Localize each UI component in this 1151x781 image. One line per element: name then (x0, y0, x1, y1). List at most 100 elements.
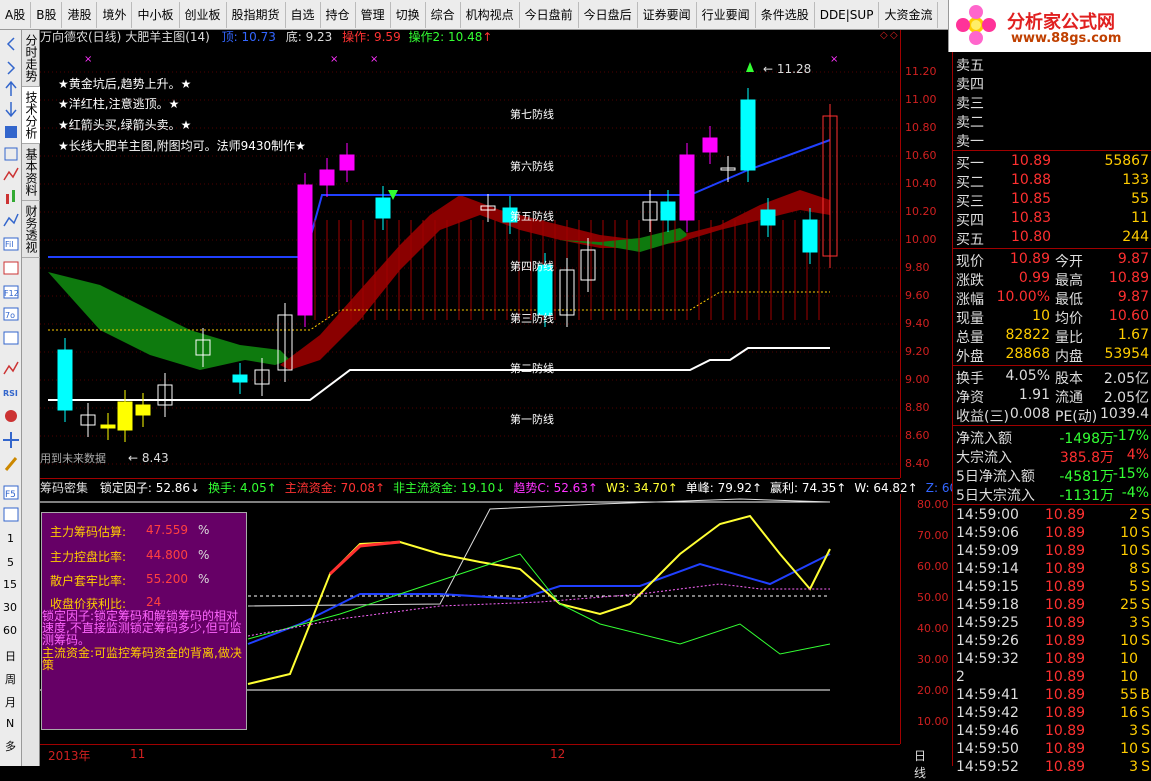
left-toolbar-icons: Fil F12 7o RSI F5 1 5 15 30 60 日 周 月 N 多 (3, 37, 19, 753)
main-kline-chart[interactable]: × × × × ★黄金坑后,趋势上升。★ ★洋红柱,注意逃顶。★ ★红箭头买,绿箭头卖。★ ★… (40, 30, 900, 478)
formula-name: 大肥羊主图(14) (125, 30, 210, 44)
tab-technical[interactable]: 技术分析 (22, 87, 40, 144)
tick-side: S (1141, 615, 1150, 631)
tick-time: 14:59:15 (956, 579, 1019, 595)
forward-icon (7, 61, 16, 75)
kline-canvas[interactable]: × × × × ★黄金坑后,趋势上升。★ ★洋红柱,注意逃顶。★ ★红箭头买,绿箭头卖。★ ★… (40, 30, 900, 478)
buy-arrow-icon (746, 62, 754, 72)
market-tab[interactable]: 综合 (426, 1, 461, 28)
tab-finance[interactable]: 财务透视 (22, 201, 40, 258)
market-tab[interactable]: 持仓 (321, 1, 356, 28)
tick-price: 10.89 (1045, 651, 1086, 667)
market-tab[interactable]: 创业板 (180, 1, 227, 28)
market-tab[interactable]: 今日盘前 (520, 1, 579, 28)
stat-label: 流通 (1055, 390, 1083, 406)
stat-label: 外盘 (956, 349, 984, 365)
refresh-icon (3, 507, 19, 522)
tick-price: 10.89 (1045, 723, 1086, 739)
market-tab[interactable]: 境外 (97, 1, 133, 28)
market-tab[interactable]: 行业要闻 (697, 1, 756, 28)
left-toolbar: Fil F12 7o RSI F5 1 5 15 30 60 日 周 月 N 多 (0, 30, 22, 766)
tick-volume: 16 (1120, 705, 1138, 721)
tab-basic-info[interactable]: 基本资料 (22, 144, 40, 201)
market-tab[interactable]: 中小板 (132, 1, 180, 28)
indicator-tick: 70.00 (917, 529, 949, 542)
flow-value: -1498万 (1059, 431, 1114, 447)
tick-time: 14:59:42 (956, 705, 1019, 721)
market-tab[interactable]: DDE|SUP (815, 1, 880, 28)
tick-volume: 10 (1120, 669, 1138, 685)
price-tick: 9.60 (905, 289, 930, 302)
market-tab[interactable]: 股指期货 (227, 1, 286, 28)
stat-label: 最高 (1055, 273, 1083, 289)
flow-value: 385.8万 (1059, 450, 1114, 466)
stat-label: 换手 (956, 371, 984, 387)
svg-text:15: 15 (3, 578, 17, 591)
tick-volume: 3 (1129, 615, 1138, 631)
market-tab[interactable]: 自选 (286, 1, 321, 28)
x-marker: × (84, 54, 92, 65)
tick-volume: 3 (1129, 723, 1138, 739)
tick-price: 10.89 (1045, 525, 1086, 541)
flow-pct: -4% (1121, 485, 1149, 501)
time-axis: 2013年 11 12 日线 (40, 744, 926, 780)
row-label: 主力控盘比率: (50, 550, 127, 564)
candle-body (297, 184, 313, 316)
stat-value: 28868 (1005, 346, 1050, 362)
bid-price: 10.88 (1011, 172, 1052, 188)
svg-text:F5: F5 (5, 490, 16, 500)
market-tab[interactable]: A股 (0, 1, 32, 28)
market-tab[interactable]: 切换 (391, 1, 426, 28)
stat-value: 10 (1032, 308, 1050, 324)
stat-value: 1.91 (1018, 387, 1050, 403)
svg-text:F12: F12 (4, 289, 19, 298)
market-tab[interactable]: 大资金流 (879, 1, 939, 28)
market-tab[interactable]: 机构视点 (461, 1, 520, 28)
market-tab[interactable]: B股 (31, 1, 63, 28)
tick-time: 14:59:41 (956, 687, 1019, 703)
tick-time: 14:59:25 (956, 615, 1019, 631)
svg-text:日: 日 (5, 650, 16, 663)
desc-main-fund: 主流资金:可监控筹码资金的背离,做决策 (42, 646, 242, 672)
bid-volume: 11 (1131, 210, 1149, 226)
tick-volume: 55 (1120, 687, 1138, 703)
defense-line-label: 第六防线 (510, 159, 554, 173)
price-tick: 8.80 (905, 401, 930, 414)
indicator-tick: 40.00 (917, 622, 949, 635)
tick-volume: 2 (1129, 507, 1138, 523)
market-tab[interactable]: 证券要闻 (638, 1, 697, 28)
pencil-icon (4, 457, 18, 471)
candle-body (319, 169, 335, 186)
row-unit: % (198, 572, 210, 586)
bid-label: 买五 (956, 232, 984, 248)
tick-price: 10.89 (1045, 759, 1086, 775)
candle-body (760, 209, 776, 226)
tick-price: 10.89 (1045, 669, 1086, 685)
indicator-tick: 60.00 (917, 560, 949, 573)
price-tick: 9.00 (905, 373, 930, 386)
strategy-note: ★长线大肥羊主图,附图均可。法师9430制作★ (58, 138, 306, 153)
stat-value: 4.05% (1005, 368, 1050, 384)
candle-body (802, 219, 818, 253)
stat-label: 收益(三) (956, 409, 1009, 425)
tick-side: S (1141, 633, 1150, 649)
ask-label: 卖三 (956, 96, 984, 112)
market-tab[interactable]: 管理 (356, 1, 391, 28)
price-tick: 11.20 (905, 65, 937, 78)
grid-icon (4, 147, 18, 161)
candle-body (135, 404, 151, 416)
price-axis: 11.20 11.00 10.80 10.60 10.40 10.20 10.00 9.80 9… (900, 30, 952, 478)
row-value: 55.200 (146, 572, 188, 586)
main-fund-line (328, 540, 401, 576)
indicator-value: W3: 34.70↑ (605, 481, 678, 495)
tab-realtime[interactable]: 分时走势 (22, 30, 40, 87)
svg-text:7o: 7o (5, 311, 15, 320)
market-tab[interactable]: 条件选股 (756, 1, 815, 28)
market-tab[interactable]: 港股 (62, 1, 98, 28)
market-tab[interactable]: 今日盘后 (579, 1, 638, 28)
market-tab-bar: A股 B股 港股 境外 中小板 创业板 股指期货 自选 持仓 管理 切换 综合 机构视点 今日盘前 今日盘后… (0, 0, 948, 30)
bottom-value: 底: 9.23 (285, 30, 333, 44)
stat-label: 今开 (1055, 254, 1083, 270)
candles-icon (6, 190, 15, 204)
stat-label: 均价 (1055, 311, 1083, 327)
